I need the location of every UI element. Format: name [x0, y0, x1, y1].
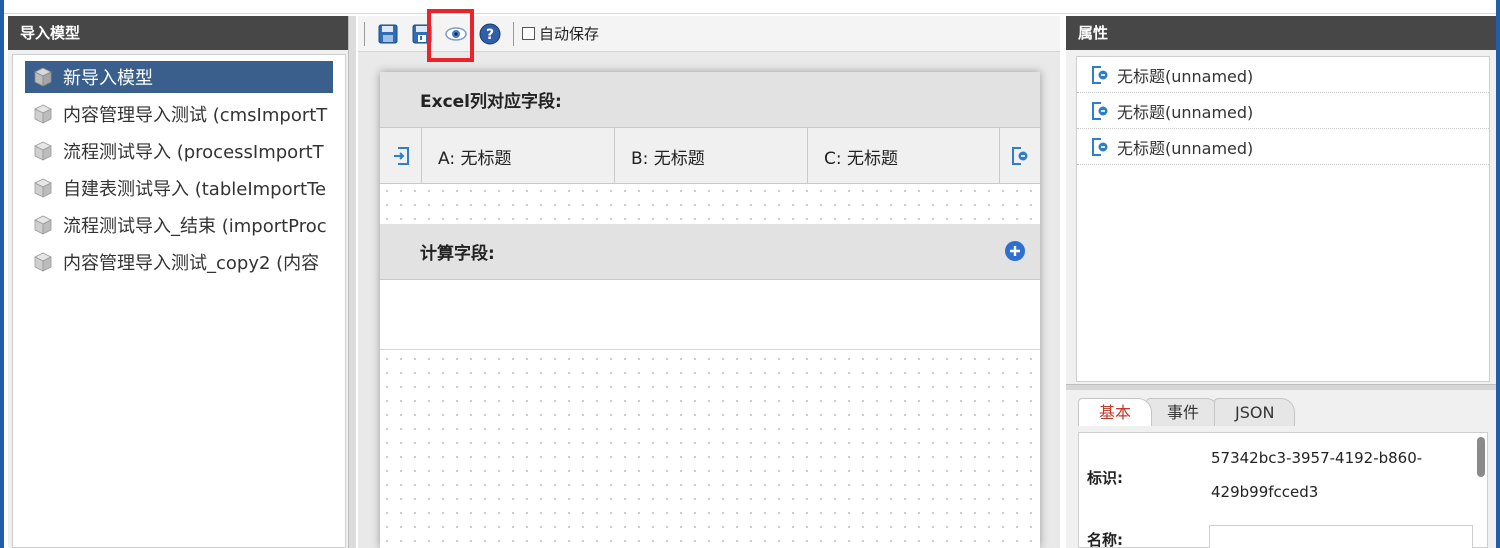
svg-text:?: ?	[486, 27, 494, 43]
column-c[interactable]: C: 无标题	[808, 128, 1000, 184]
form-scrollbar[interactable]	[1477, 437, 1485, 477]
field-icon	[1092, 101, 1108, 120]
tree-item-new-model[interactable]: 新导入模型	[25, 61, 333, 93]
tree-item-cms-import[interactable]: 内容管理导入测试 (cmsImportT	[25, 98, 333, 130]
scroll-left-button[interactable]	[380, 128, 422, 184]
design-canvas: Excel列对应字段: A: 无标题 B: 无标题 C: 无标题 计算字段:	[380, 72, 1040, 548]
property-item[interactable]: 无标题(unnamed)	[1077, 93, 1489, 129]
tree-item-label: 新导入模型	[63, 68, 153, 89]
cube-icon	[34, 252, 52, 272]
window-edge-right	[1496, 0, 1500, 548]
property-tabs: 基本 事件 JSON	[1078, 396, 1296, 426]
field-icon	[1092, 65, 1108, 84]
properties-list: 无标题(unnamed) 无标题(unnamed) 无标题(unnamed)	[1076, 56, 1490, 382]
autosave-checkbox[interactable]	[522, 27, 535, 40]
id-label: 标识:	[1087, 469, 1123, 487]
tree-item-process-import[interactable]: 流程测试导入 (processImportT	[25, 135, 333, 167]
property-item-label: 无标题(unnamed)	[1117, 66, 1254, 86]
preview-button-highlight	[427, 9, 474, 62]
tree-item-label: 内容管理导入测试 (cmsImportT	[63, 105, 328, 126]
id-value-line1: 57342bc3-3957-4192-b860-	[1211, 449, 1423, 467]
model-panel-title: 导入模型	[8, 16, 348, 50]
tab-events[interactable]: 事件	[1146, 398, 1221, 426]
field-icon	[1092, 137, 1108, 156]
panel-splitter-left[interactable]	[348, 16, 356, 548]
tab-basic[interactable]: 基本	[1078, 398, 1153, 426]
import-left-icon	[393, 147, 409, 165]
toolbar-separator	[364, 21, 365, 46]
save-button[interactable]	[377, 23, 399, 45]
excel-section-title: Excel列对应字段:	[420, 92, 562, 112]
cube-icon	[34, 178, 52, 198]
cube-icon	[34, 141, 52, 161]
tree-item-label: 流程测试导入 (processImportT	[63, 142, 324, 163]
property-item[interactable]: 无标题(unnamed)	[1077, 129, 1489, 165]
cube-icon	[34, 67, 52, 87]
column-label: A: 无标题	[438, 148, 512, 169]
property-form: 标识: 57342bc3-3957-4192-b860- 429b99fcced…	[1078, 432, 1488, 548]
computed-section-header: 计算字段:	[380, 224, 1040, 280]
autosave-toggle[interactable]: 自动保存	[522, 23, 599, 44]
column-label: C: 无标题	[824, 148, 899, 169]
excel-columns-row: A: 无标题 B: 无标题 C: 无标题	[380, 128, 1040, 184]
excel-section-header: Excel列对应字段:	[380, 72, 1040, 128]
model-tree: 新导入模型 内容管理导入测试 (cmsImportT 流程测试导入 (proce…	[12, 54, 346, 548]
name-label: 名称:	[1087, 531, 1123, 548]
tree-item-process-import-end[interactable]: 流程测试导入_结束 (importProc	[25, 209, 333, 241]
cube-icon	[34, 215, 52, 235]
property-item[interactable]: 无标题(unnamed)	[1077, 57, 1489, 93]
tree-item-cms-import-copy2[interactable]: 内容管理导入测试_copy2 (内容	[25, 246, 333, 278]
column-b[interactable]: B: 无标题	[615, 128, 808, 184]
panel-splitter-right[interactable]	[1066, 384, 1496, 390]
cube-icon	[34, 104, 52, 124]
column-label: B: 无标题	[631, 148, 705, 169]
tree-item-label: 内容管理导入测试_copy2 (内容	[63, 253, 320, 274]
scroll-right-button[interactable]	[1000, 128, 1040, 184]
property-item-label: 无标题(unnamed)	[1117, 138, 1254, 158]
save-icon	[378, 24, 398, 43]
tab-json[interactable]: JSON	[1214, 398, 1296, 426]
top-strip	[0, 0, 1500, 14]
tree-item-label: 流程测试导入_结束 (importProc	[63, 216, 327, 237]
help-button[interactable]: ?	[479, 23, 501, 45]
toolbar-separator	[513, 21, 514, 46]
tree-item-label: 自建表测试导入 (tableImportTe	[63, 179, 327, 200]
add-computed-field-icon[interactable]	[1004, 240, 1026, 262]
properties-panel-title: 属性	[1066, 16, 1496, 50]
tree-item-table-import[interactable]: 自建表测试导入 (tableImportTe	[25, 172, 333, 204]
column-a[interactable]: A: 无标题	[422, 128, 615, 184]
autosave-label: 自动保存	[539, 25, 600, 43]
computed-fields-area	[380, 280, 1040, 350]
property-item-label: 无标题(unnamed)	[1117, 102, 1254, 122]
id-value-line2: 429b99fcced3	[1211, 483, 1319, 501]
help-icon: ?	[479, 23, 501, 44]
window-edge-left	[0, 0, 4, 548]
name-input[interactable]	[1209, 525, 1473, 548]
add-column-icon	[1012, 147, 1028, 165]
computed-section-title: 计算字段:	[420, 244, 495, 264]
